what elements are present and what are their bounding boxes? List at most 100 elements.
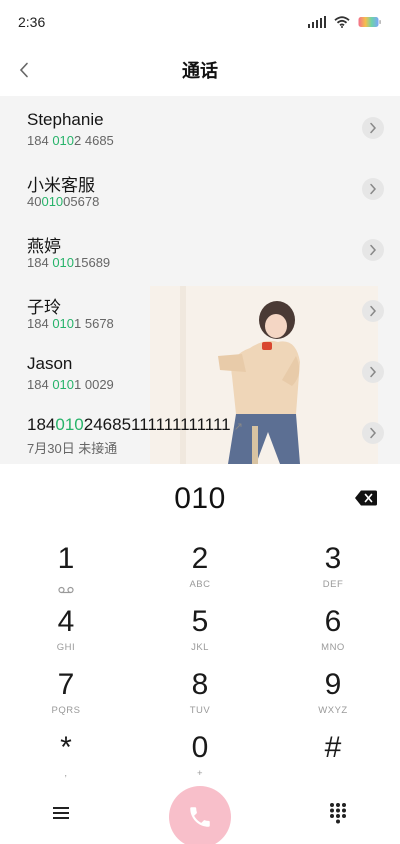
result-item[interactable]: 小米客服 4001005678 [0,157,400,218]
result-item[interactable]: Jason 184 0101 0029 [0,340,400,401]
detail-button[interactable] [362,300,384,322]
result-name: 燕婷 [27,237,61,256]
key-4[interactable]: 4 GHI [6,597,126,660]
result-name: 子玲 [27,298,61,317]
key-8[interactable]: 8 TUV [140,660,260,723]
detail-button[interactable] [362,361,384,383]
chevron-right-icon [370,183,377,195]
key-letters: MNO [321,642,345,653]
key-hash[interactable]: # [273,723,393,786]
key-letters: + [196,768,204,779]
result-list: Stephanie 184 0102 4685 小米客服 4001005678 燕婷 18… [0,96,400,462]
number-segment: 24685111111111111 [83,415,231,434]
number-segment: 184 [27,133,53,148]
key-star[interactable]: *, [6,723,126,786]
key-letters: DEF [322,579,344,590]
number-segment: 05678 [63,194,100,209]
key-digit: 0 [191,731,209,764]
key-9[interactable]: 9 WXYZ [273,660,393,723]
top-bar: 通话 [0,44,400,96]
key-digit: 8 [191,668,209,701]
key-digit: 7 [57,668,75,701]
key-letters: JKL [191,642,209,653]
number-segment: 184 [27,415,56,434]
detail-button[interactable] [362,239,384,261]
key-digit: 5 [191,605,209,638]
key-7[interactable]: 7 PQRS [6,660,126,723]
status-icons [307,16,383,28]
dialpad-icon [330,803,346,824]
menu-icon [53,807,69,819]
detail-button[interactable] [362,117,384,139]
chevron-right-icon [370,427,377,439]
keypad-toggle-button[interactable] [328,802,348,824]
result-number: 184 0101 0029 [27,377,114,392]
signal-icon [307,16,326,28]
result-number: 7月30日 未接通 [27,441,118,456]
key-3[interactable]: 3 DEF [273,534,393,597]
number-segment: 184 [27,255,53,270]
key-2[interactable]: 2 ABC [140,534,260,597]
number-segment: 010 [55,415,84,434]
key-digit: 1 [57,542,75,575]
result-item[interactable]: 子玲 184 0101 5678 [0,279,400,340]
key-digit: # [324,731,342,764]
chevron-right-icon [370,122,377,134]
key-letters: PQRS [51,705,81,716]
key-digit: 6 [324,605,342,638]
number-segment: 1 5678 [74,316,114,331]
key-letters: TUV [189,705,211,716]
chevron-right-icon [370,244,377,256]
battery-icon [358,16,382,28]
page-title: 通话 [182,61,218,81]
key-letters: ABC [189,579,211,590]
backspace-icon [355,490,377,506]
key-letters: GHI [56,642,76,653]
bottom-bar [0,786,400,844]
number-segment: 010 [41,194,64,209]
keypad: 1 2 ABC 3 DEF 4 GHI 5 JKL 6 MNO 7 PQRS 8 TUV 9 WXYZ *, 0 + # [0,534,400,786]
key-1[interactable]: 1 [6,534,126,597]
result-number: 184 0102 4685 [27,133,114,148]
result-name: 小米客服 [27,176,95,195]
key-digit: 3 [324,542,342,575]
result-item[interactable]: Stephanie 184 0102 4685 [0,96,400,157]
result-item[interactable]: 燕婷 184 01015689 [0,218,400,279]
number-segment: 1 0029 [74,377,114,392]
key-5[interactable]: 5 JKL [140,597,260,660]
result-number: 184 0101 5678 [27,316,114,331]
number-segment: 15689 [74,255,111,270]
result-number: 4001005678 [27,194,99,209]
result-name: Stephanie [27,110,104,129]
detail-button[interactable] [362,178,384,200]
phone-icon [190,807,210,827]
key-digit: 9 [324,668,342,701]
key-letters: WXYZ [318,705,348,716]
number-segment: 010 [52,255,75,270]
call-button[interactable] [169,786,231,844]
outgoing-arrow-icon: ↗ [233,421,243,433]
result-item[interactable]: 18401024685111111111111 ↗ 7月30日 未接通 [0,401,400,462]
number-segment: 010 [52,377,75,392]
key-0[interactable]: 0 + [140,723,260,786]
key-6[interactable]: 6 MNO [273,597,393,660]
status-time: 2:36 [18,14,46,30]
number-segment: 184 [27,377,53,392]
chevron-left-icon [19,62,28,78]
number-segment: 40 [27,194,42,209]
status-bar: 2:36 [0,0,400,44]
back-button[interactable] [10,54,38,86]
result-number: 184 01015689 [27,255,110,270]
key-digit: * [60,731,72,764]
menu-button[interactable] [51,803,71,823]
result-name: 18401024685111111111111 ↗ [27,415,243,435]
chevron-right-icon [370,366,377,378]
chevron-right-icon [370,305,377,317]
number-segment: 2 4685 [74,133,114,148]
dialed-number: 010 [174,482,226,515]
key-digit: 4 [57,605,75,638]
detail-button[interactable] [362,422,384,444]
search-results: Stephanie 184 0102 4685 小米客服 4001005678 燕婷 18… [0,96,400,464]
backspace-button[interactable] [354,489,378,507]
number-segment: 010 [52,316,75,331]
